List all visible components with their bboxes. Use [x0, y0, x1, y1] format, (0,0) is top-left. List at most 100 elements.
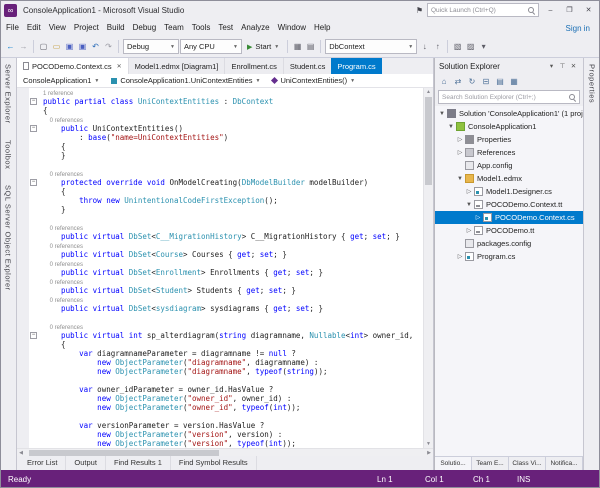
minimize-button[interactable]: – [543, 3, 558, 17]
tree-item-program-cs[interactable]: ▷Program.cs [435, 250, 583, 263]
code-line[interactable] [17, 160, 423, 169]
forward-icon[interactable]: → [17, 39, 30, 54]
maximize-button[interactable]: ❐ [562, 3, 577, 17]
document-tab-model1-edmx-diagram1[interactable]: Model1.edmx [Diagram1] [128, 58, 225, 74]
code-line[interactable]: { [17, 187, 423, 196]
code-line[interactable]: { [17, 142, 423, 151]
side-tab-properties[interactable]: Properties [588, 64, 597, 103]
toolbar-options-icon[interactable]: ▾ [477, 39, 490, 54]
back-icon[interactable]: ← [4, 39, 17, 54]
codelens-annotation[interactable]: 0 references [17, 295, 423, 304]
code-line[interactable]: public virtual DbSet<C__MigrationHistory… [17, 232, 423, 241]
home-icon[interactable]: ⌂ [438, 75, 450, 89]
tree-item-model1-designer-cs[interactable]: ▷Model1.Designer.cs [435, 185, 583, 198]
menu-item-analyze[interactable]: Analyze [237, 20, 273, 36]
code-line[interactable]: − public virtual int sp_alterdiagram(str… [17, 331, 423, 340]
pin-icon[interactable]: ⊤ [557, 62, 568, 70]
scroll-up-icon[interactable]: ▲ [424, 88, 433, 96]
code-line[interactable]: { [17, 106, 423, 115]
tree-item-pocodemo-tt[interactable]: ▷POCODemo.tt [435, 224, 583, 237]
side-tab-server-explorer[interactable]: Server Explorer [4, 64, 13, 124]
scroll-down-icon[interactable]: ▼ [424, 440, 433, 448]
panel-tab-error-list[interactable]: Error List [19, 456, 66, 470]
tree-item-solution-consoleapplication1-1-project[interactable]: ▼Solution 'ConsoleApplication1' (1 proje… [435, 107, 583, 120]
codelens-annotation[interactable]: 0 references [17, 223, 423, 232]
code-line[interactable]: public virtual DbSet<Course> Courses { g… [17, 250, 423, 259]
expand-arrow-icon[interactable]: ▷ [456, 149, 464, 156]
tree-item-packages-config[interactable]: packages.config [435, 237, 583, 250]
save-icon[interactable]: ▣ [63, 39, 76, 54]
code-line[interactable]: var owner_idParameter = owner_id.HasValu… [17, 385, 423, 394]
find-previous-icon[interactable]: ↑ [431, 39, 444, 54]
navigate-to-combo[interactable]: DbContext ▼ [325, 39, 417, 54]
close-icon[interactable]: ✕ [117, 63, 122, 70]
code-line[interactable]: public virtual DbSet<sysdiagram> sysdiag… [17, 304, 423, 313]
document-tab-program-cs[interactable]: Program.cs [331, 58, 381, 74]
expand-arrow-icon[interactable]: ▷ [465, 227, 473, 234]
codelens-annotation[interactable]: 0 references [17, 241, 423, 250]
menu-item-edit[interactable]: Edit [23, 20, 45, 36]
expand-arrow-icon[interactable]: ▷ [465, 188, 473, 195]
document-tab-student-cs[interactable]: Student.cs [283, 58, 331, 74]
close-button[interactable]: ✕ [581, 3, 596, 17]
start-debug-button[interactable]: ▶ Start ▼ [243, 39, 283, 54]
code-line[interactable]: new ObjectParameter("owner_id", owner_id… [17, 394, 423, 403]
expand-arrow-icon[interactable]: ▷ [474, 214, 482, 221]
tree-item-app-config[interactable]: App.config [435, 159, 583, 172]
fold-toggle-icon[interactable]: − [30, 125, 37, 132]
undo-icon[interactable]: ↶ [89, 39, 102, 54]
type-dropdown[interactable]: ConsoleApplication1.UniContextEntities ▼ [105, 74, 266, 88]
code-line[interactable]: var versionParameter = version.HasValue … [17, 421, 423, 430]
panel-tab-output[interactable]: Output [66, 456, 106, 470]
save-all-icon[interactable]: ▣ [76, 39, 89, 54]
code-line[interactable]: : base("name=UniContextEntities") [17, 133, 423, 142]
tree-item-consoleapplication1[interactable]: ▼ConsoleApplication1 [435, 120, 583, 133]
codelens-annotation[interactable]: 0 references [17, 259, 423, 268]
collapse-all-icon[interactable]: ⊟ [480, 75, 492, 89]
collapse-arrow-icon[interactable]: ▼ [465, 202, 473, 208]
menu-item-view[interactable]: View [45, 20, 70, 36]
code-line[interactable]: new ObjectParameter("diagramname", typeo… [17, 367, 423, 376]
menu-item-build[interactable]: Build [103, 20, 129, 36]
code-line[interactable]: new ObjectParameter("diagramname", diagr… [17, 358, 423, 367]
quick-launch-input[interactable]: Quick Launch (Ctrl+Q) [427, 3, 539, 17]
fold-toggle-icon[interactable]: − [30, 98, 37, 105]
panel-tab-notifica[interactable]: Notifica... [546, 457, 583, 470]
code-line[interactable] [17, 412, 423, 421]
properties-icon[interactable]: ▦ [508, 75, 520, 89]
codelens-annotation[interactable]: 0 references [17, 115, 423, 124]
panel-tab-class-vi[interactable]: Class Vi... [509, 457, 546, 470]
scroll-left-icon[interactable]: ◀ [17, 449, 25, 457]
show-all-files-icon[interactable]: ▤ [494, 75, 506, 89]
code-line[interactable] [17, 376, 423, 385]
code-line[interactable]: var diagramnameParameter = diagramname !… [17, 349, 423, 358]
tree-item-pocodemo-context-cs[interactable]: ▷POCODemo.Context.cs [435, 211, 583, 224]
menu-item-project[interactable]: Project [70, 20, 103, 36]
fold-toggle-icon[interactable]: − [30, 179, 37, 186]
menu-item-tools[interactable]: Tools [188, 20, 215, 36]
vertical-scrollbar[interactable]: ▲ ▼ [423, 88, 433, 448]
toolbar-options-icon[interactable]: ▾ [546, 62, 557, 70]
code-line[interactable]: public virtual DbSet<Enrollment> Enrollm… [17, 268, 423, 277]
collapse-arrow-icon[interactable]: ▼ [447, 124, 455, 130]
horizontal-scrollbar[interactable]: ◀ ▶ [17, 448, 433, 456]
scrollbar-thumb[interactable] [29, 450, 219, 456]
code-line[interactable]: −public partial class UniContextEntities… [17, 97, 423, 106]
member-dropdown[interactable]: UniContextEntities() ▼ [266, 74, 361, 88]
codelens-annotation[interactable]: 0 references [17, 277, 423, 286]
menu-item-team[interactable]: Team [160, 20, 188, 36]
code-line[interactable]: − public UniContextEntities() [17, 124, 423, 133]
platform-combo[interactable]: Any CPU ▼ [180, 39, 242, 54]
fold-toggle-icon[interactable]: − [30, 332, 37, 339]
code-line[interactable] [17, 214, 423, 223]
refresh-icon[interactable]: ↻ [466, 75, 478, 89]
project-dropdown[interactable]: ConsoleApplication1 ▼ [17, 74, 105, 88]
tree-item-properties[interactable]: ▷Properties [435, 133, 583, 146]
code-line[interactable]: throw new UnintentionalCodeFirstExceptio… [17, 196, 423, 205]
sync-with-active-document-icon[interactable]: ⇄ [452, 75, 464, 89]
codelens-annotation[interactable]: 0 references [17, 169, 423, 178]
code-editor[interactable]: 1 reference−public partial class UniCont… [17, 88, 433, 448]
code-line[interactable]: } [17, 151, 423, 160]
feedback-flag-icon[interactable]: ⚑ [416, 6, 423, 15]
redo-icon[interactable]: ↷ [102, 39, 115, 54]
